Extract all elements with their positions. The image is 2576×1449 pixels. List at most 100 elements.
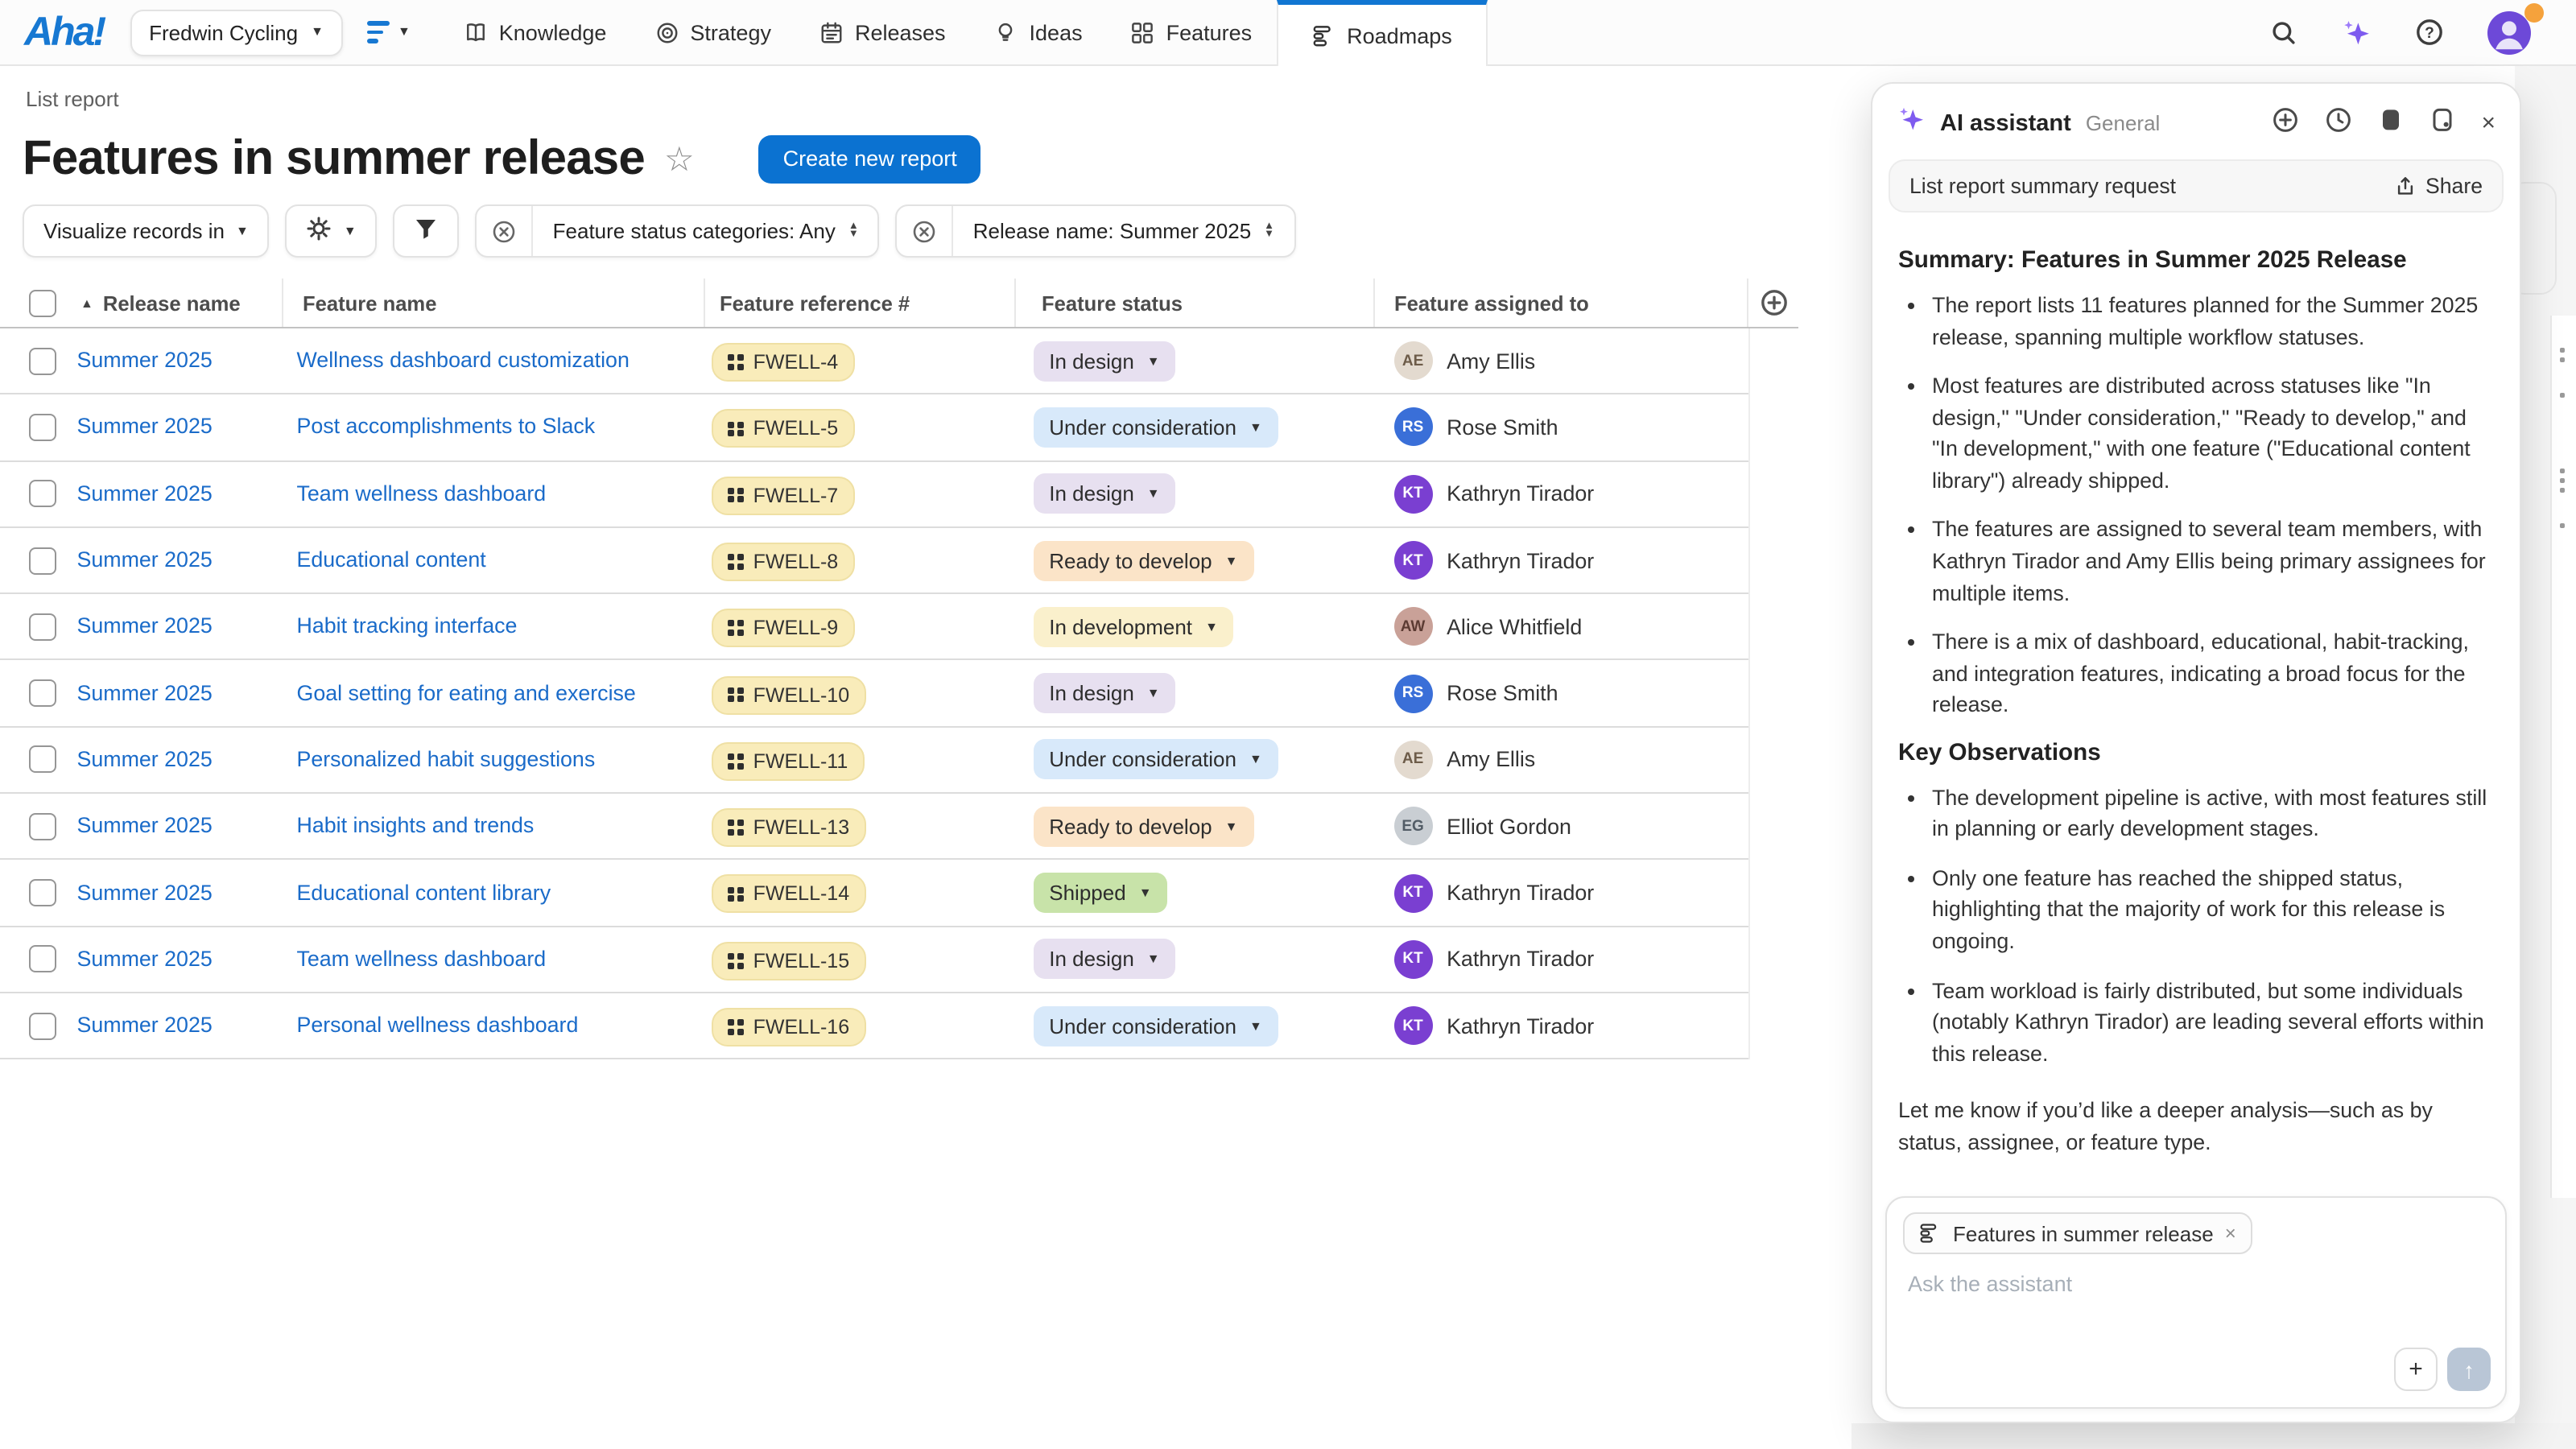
feature-link[interactable]: Personal wellness dashboard — [297, 1013, 579, 1037]
nav-item-knowledge[interactable]: Knowledge — [440, 0, 631, 64]
share-button[interactable]: Share — [2393, 174, 2483, 198]
column-header-feature-assigned-to[interactable]: Feature assigned to — [1375, 279, 1748, 327]
feature-status-pill[interactable]: Shipped▼ — [1033, 873, 1167, 913]
release-link[interactable]: Summer 2025 — [77, 680, 213, 704]
release-link[interactable]: Summer 2025 — [77, 614, 213, 638]
remove-filter-button[interactable] — [477, 206, 534, 256]
feature-link[interactable]: Team wellness dashboard — [297, 481, 547, 505]
new-chat-icon[interactable] — [2272, 105, 2299, 141]
ai-sparkle-icon[interactable] — [2341, 17, 2372, 47]
release-link[interactable]: Summer 2025 — [77, 747, 213, 771]
context-chip[interactable]: Features in summer release × — [1903, 1212, 2252, 1254]
feature-status-pill[interactable]: Ready to develop▼ — [1033, 806, 1253, 846]
create-new-report-button[interactable]: Create new report — [759, 135, 981, 184]
add-column-button[interactable] — [1759, 288, 1788, 317]
help-icon[interactable]: ? — [2415, 18, 2444, 47]
filter-value[interactable]: Release name: Summer 2025 ▲▼ — [954, 206, 1294, 256]
column-header-feature-name[interactable]: Feature name — [283, 279, 705, 327]
feature-status-pill[interactable]: Ready to develop▼ — [1033, 540, 1253, 580]
feature-link[interactable]: Wellness dashboard customization — [297, 348, 630, 372]
row-checkbox[interactable] — [29, 746, 56, 774]
feature-link[interactable]: Post accomplishments to Slack — [297, 415, 596, 439]
settings-dropdown[interactable]: ▼ — [286, 204, 378, 258]
assistant-input-card[interactable]: Features in summer release × Ask the ass… — [1885, 1196, 2507, 1409]
feature-status-pill[interactable]: Under consideration▼ — [1033, 740, 1278, 780]
feature-status-pill[interactable]: In design▼ — [1033, 673, 1175, 713]
remove-filter-button[interactable] — [898, 206, 954, 256]
close-icon[interactable]: × — [2481, 111, 2496, 135]
feature-status-pill[interactable]: In design▼ — [1033, 473, 1175, 514]
feature-reference-badge[interactable]: FWELL-7 — [712, 476, 854, 514]
history-icon[interactable] — [2325, 105, 2352, 141]
feature-reference-badge[interactable]: FWELL-5 — [712, 410, 854, 448]
feature-link[interactable]: Goal setting for eating and exercise — [297, 680, 636, 704]
row-checkbox[interactable] — [29, 679, 56, 707]
feature-reference-badge[interactable]: FWELL-13 — [712, 808, 865, 847]
row-checkbox[interactable] — [29, 347, 56, 374]
aha-logo[interactable]: Aha! — [24, 9, 104, 56]
docked-panel-icon[interactable] — [2378, 105, 2404, 141]
collapsed-side-toolbar[interactable] — [2550, 316, 2576, 1198]
nav-item-ideas[interactable]: Ideas — [970, 0, 1107, 64]
feature-reference-badge[interactable]: FWELL-14 — [712, 875, 865, 914]
column-header-feature-reference-[interactable]: Feature reference # — [705, 279, 1016, 327]
feature-status-pill[interactable]: In development▼ — [1033, 607, 1234, 647]
release-link[interactable]: Summer 2025 — [77, 415, 213, 439]
row-checkbox[interactable] — [29, 547, 56, 574]
select-all-checkbox[interactable] — [29, 289, 56, 316]
visualize-records-dropdown[interactable]: Visualize records in ▼ — [23, 204, 270, 258]
release-link[interactable]: Summer 2025 — [77, 547, 213, 572]
release-link[interactable]: Summer 2025 — [77, 880, 213, 904]
row-checkbox[interactable] — [29, 613, 56, 641]
feature-link[interactable]: Educational content — [297, 547, 486, 572]
column-header-release-name[interactable]: ▲Release name — [72, 279, 283, 327]
favorite-star-icon[interactable]: ☆ — [664, 139, 695, 180]
feature-reference-badge[interactable]: FWELL-9 — [712, 609, 854, 647]
workspace-selector[interactable]: Fredwin Cycling ▼ — [130, 9, 343, 56]
feature-status-pill[interactable]: In design▼ — [1033, 939, 1175, 980]
search-icon[interactable] — [2270, 19, 2297, 46]
release-link[interactable]: Summer 2025 — [77, 348, 213, 372]
filter-button[interactable] — [394, 204, 460, 258]
thread-title-bar[interactable]: List report summary request Share — [1889, 159, 2504, 213]
release-link[interactable]: Summer 2025 — [77, 813, 213, 837]
feature-link[interactable]: Habit insights and trends — [297, 813, 535, 837]
feature-reference-badge[interactable]: FWELL-4 — [712, 343, 854, 382]
chevron-down-icon: ▼ — [1225, 553, 1238, 568]
row-checkbox[interactable] — [29, 480, 56, 507]
feature-link[interactable]: Team wellness dashboard — [297, 947, 547, 971]
popout-panel-icon[interactable] — [2429, 105, 2455, 141]
remove-chip-icon[interactable]: × — [2225, 1222, 2236, 1245]
feature-status-pill[interactable]: Under consideration▼ — [1033, 407, 1278, 448]
send-button[interactable]: ↑ — [2447, 1348, 2491, 1391]
feature-status-pill[interactable]: In design▼ — [1033, 341, 1175, 381]
attach-button[interactable]: + — [2394, 1348, 2438, 1391]
chevron-down-icon: ▼ — [1147, 686, 1160, 700]
nav-item-features[interactable]: Features — [1107, 0, 1277, 64]
feature-reference-badge[interactable]: FWELL-10 — [712, 675, 865, 714]
feature-reference-badge[interactable]: FWELL-15 — [712, 941, 865, 980]
feature-reference-badge[interactable]: FWELL-11 — [712, 742, 864, 781]
feature-reference-badge[interactable]: FWELL-16 — [712, 1008, 865, 1046]
user-avatar[interactable] — [2487, 10, 2531, 54]
nav-item-releases[interactable]: Releases — [795, 0, 970, 64]
feature-link[interactable]: Educational content library — [297, 880, 551, 904]
feature-reference-badge[interactable]: FWELL-8 — [712, 543, 854, 581]
menu-toggle[interactable]: ▼ — [367, 22, 411, 43]
feature-status-pill[interactable]: Under consideration▼ — [1033, 1005, 1278, 1046]
assistant-input[interactable]: Ask the assistant — [1908, 1272, 2072, 1296]
row-checkbox[interactable] — [29, 812, 56, 840]
nav-item-roadmaps[interactable]: Roadmaps — [1276, 0, 1488, 66]
nav-item-strategy[interactable]: Strategy — [630, 0, 795, 64]
feature-link[interactable]: Habit tracking interface — [297, 614, 518, 638]
row-checkbox[interactable] — [29, 946, 56, 973]
release-link[interactable]: Summer 2025 — [77, 1013, 213, 1037]
column-header-feature-status[interactable]: Feature status — [1016, 279, 1375, 327]
filter-value[interactable]: Feature status categories: Any ▲▼ — [534, 206, 878, 256]
row-checkbox[interactable] — [29, 879, 56, 906]
row-checkbox[interactable] — [29, 1012, 56, 1039]
release-link[interactable]: Summer 2025 — [77, 481, 213, 505]
release-link[interactable]: Summer 2025 — [77, 947, 213, 971]
feature-link[interactable]: Personalized habit suggestions — [297, 747, 596, 771]
row-checkbox[interactable] — [29, 414, 56, 441]
